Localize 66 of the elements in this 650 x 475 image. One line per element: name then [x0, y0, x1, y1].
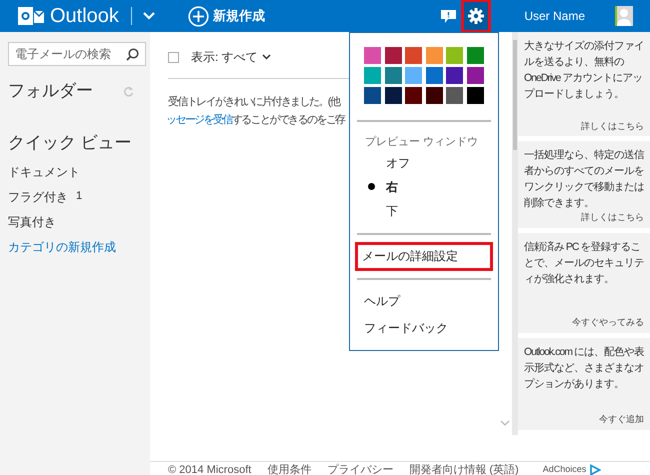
preview-option[interactable]: 右: [386, 178, 398, 196]
ad-link[interactable]: 今すぐ追加: [599, 413, 644, 426]
new-message-button[interactable]: 新規作成: [188, 6, 265, 26]
user-name[interactable]: User Name: [524, 7, 585, 25]
preview-option[interactable]: オフ: [386, 154, 410, 172]
theme-color-swatch[interactable]: [446, 47, 463, 64]
theme-color-swatch[interactable]: [405, 47, 422, 64]
plus-circle-icon: [188, 6, 209, 26]
theme-color-swatch[interactable]: [364, 47, 381, 64]
item-count: 1: [76, 189, 82, 204]
quick-view-item[interactable]: フラグ付き: [8, 188, 68, 206]
ad-link[interactable]: 詳しくはこちら: [581, 120, 644, 133]
feedback-icon[interactable]: [441, 10, 456, 22]
chevron-down-icon[interactable]: [262, 54, 271, 60]
footer-link[interactable]: © 2014 Microsoft: [168, 462, 252, 475]
outlook-logo-icon: [18, 5, 44, 27]
footer-link[interactable]: 開発者向け情報 (英語): [409, 462, 519, 475]
theme-color-swatch[interactable]: [446, 67, 463, 84]
search-icon[interactable]: [126, 48, 139, 60]
theme-color-swatch[interactable]: [384, 67, 402, 84]
theme-color-swatch[interactable]: [364, 67, 381, 84]
ad-text: 大きなサイズの添付ファイルを送るより、無料の OneDrive アカウントにアップロードしましょう。: [524, 39, 644, 102]
theme-color-swatch[interactable]: [384, 47, 402, 64]
quick-views-heading: クイック ビュー: [8, 132, 133, 154]
ad-link[interactable]: 詳しくはこちら: [581, 211, 644, 224]
app-name[interactable]: Outlook: [50, 6, 119, 26]
empty-inbox-message: することができるのをご存: [232, 114, 345, 128]
receive-messages-link[interactable]: ッセージを受信: [166, 111, 232, 129]
quick-view-item[interactable]: カテゴリの新規作成: [8, 238, 116, 256]
play-triangle-icon[interactable]: [589, 464, 602, 475]
theme-color-swatch[interactable]: [466, 87, 484, 104]
empty-inbox-message: 受信トレイがきれいに片付きました。(他: [168, 94, 340, 110]
theme-color-swatch[interactable]: [364, 87, 381, 104]
theme-color-swatch[interactable]: [466, 47, 484, 64]
ad-text: Outlook.com には、配色や表示形式など、さまざまなオプションがあります。: [524, 344, 644, 392]
refresh-icon[interactable]: [123, 84, 134, 97]
theme-color-swatch[interactable]: [466, 67, 484, 84]
scrollbar-thumb[interactable]: [513, 40, 517, 150]
ad-text: 一括処理なら、特定の送信者からのすべてのメールをワンクリックで移動または削除できます。: [524, 148, 644, 211]
avatar-icon[interactable]: [615, 6, 633, 26]
theme-color-swatch[interactable]: [426, 87, 442, 104]
scroll-down-icon[interactable]: [500, 420, 510, 426]
footer-link[interactable]: プライバシー: [327, 462, 394, 475]
footer-link[interactable]: 使用条件: [267, 462, 312, 475]
preview-pane-heading: プレビュー ウィンドウ: [365, 134, 480, 150]
preview-option[interactable]: 下: [386, 202, 398, 220]
quick-view-item[interactable]: 写真付き: [8, 212, 56, 230]
folders-heading[interactable]: フォルダー: [8, 78, 93, 104]
theme-color-swatch[interactable]: [446, 87, 463, 104]
ad-link[interactable]: 今すぐやってみる: [572, 316, 644, 330]
theme-color-swatch[interactable]: [405, 67, 422, 84]
mail-options-item[interactable]: メールの詳細設定: [355, 242, 493, 270]
menu-item[interactable]: ヘルプ: [364, 292, 493, 310]
theme-color-swatch[interactable]: [426, 67, 442, 84]
theme-color-swatch[interactable]: [426, 47, 442, 64]
adchoices-link[interactable]: AdChoices: [542, 463, 586, 475]
quick-view-item[interactable]: ドキュメント: [8, 162, 80, 180]
search-field[interactable]: 電子メールの検索: [8, 42, 146, 66]
settings-icon: [468, 8, 484, 24]
menu-item[interactable]: フィードバック: [364, 318, 493, 336]
theme-color-swatch[interactable]: [405, 87, 422, 104]
select-all-checkbox[interactable]: [168, 52, 179, 62]
filter-dropdown[interactable]: 表示: すべて: [191, 48, 258, 66]
settings-button[interactable]: [464, 2, 488, 30]
theme-color-swatch[interactable]: [384, 87, 402, 104]
ad-text: 信頼済み PC を登録することで、メールのセキュリティが強化されます。: [524, 240, 644, 286]
